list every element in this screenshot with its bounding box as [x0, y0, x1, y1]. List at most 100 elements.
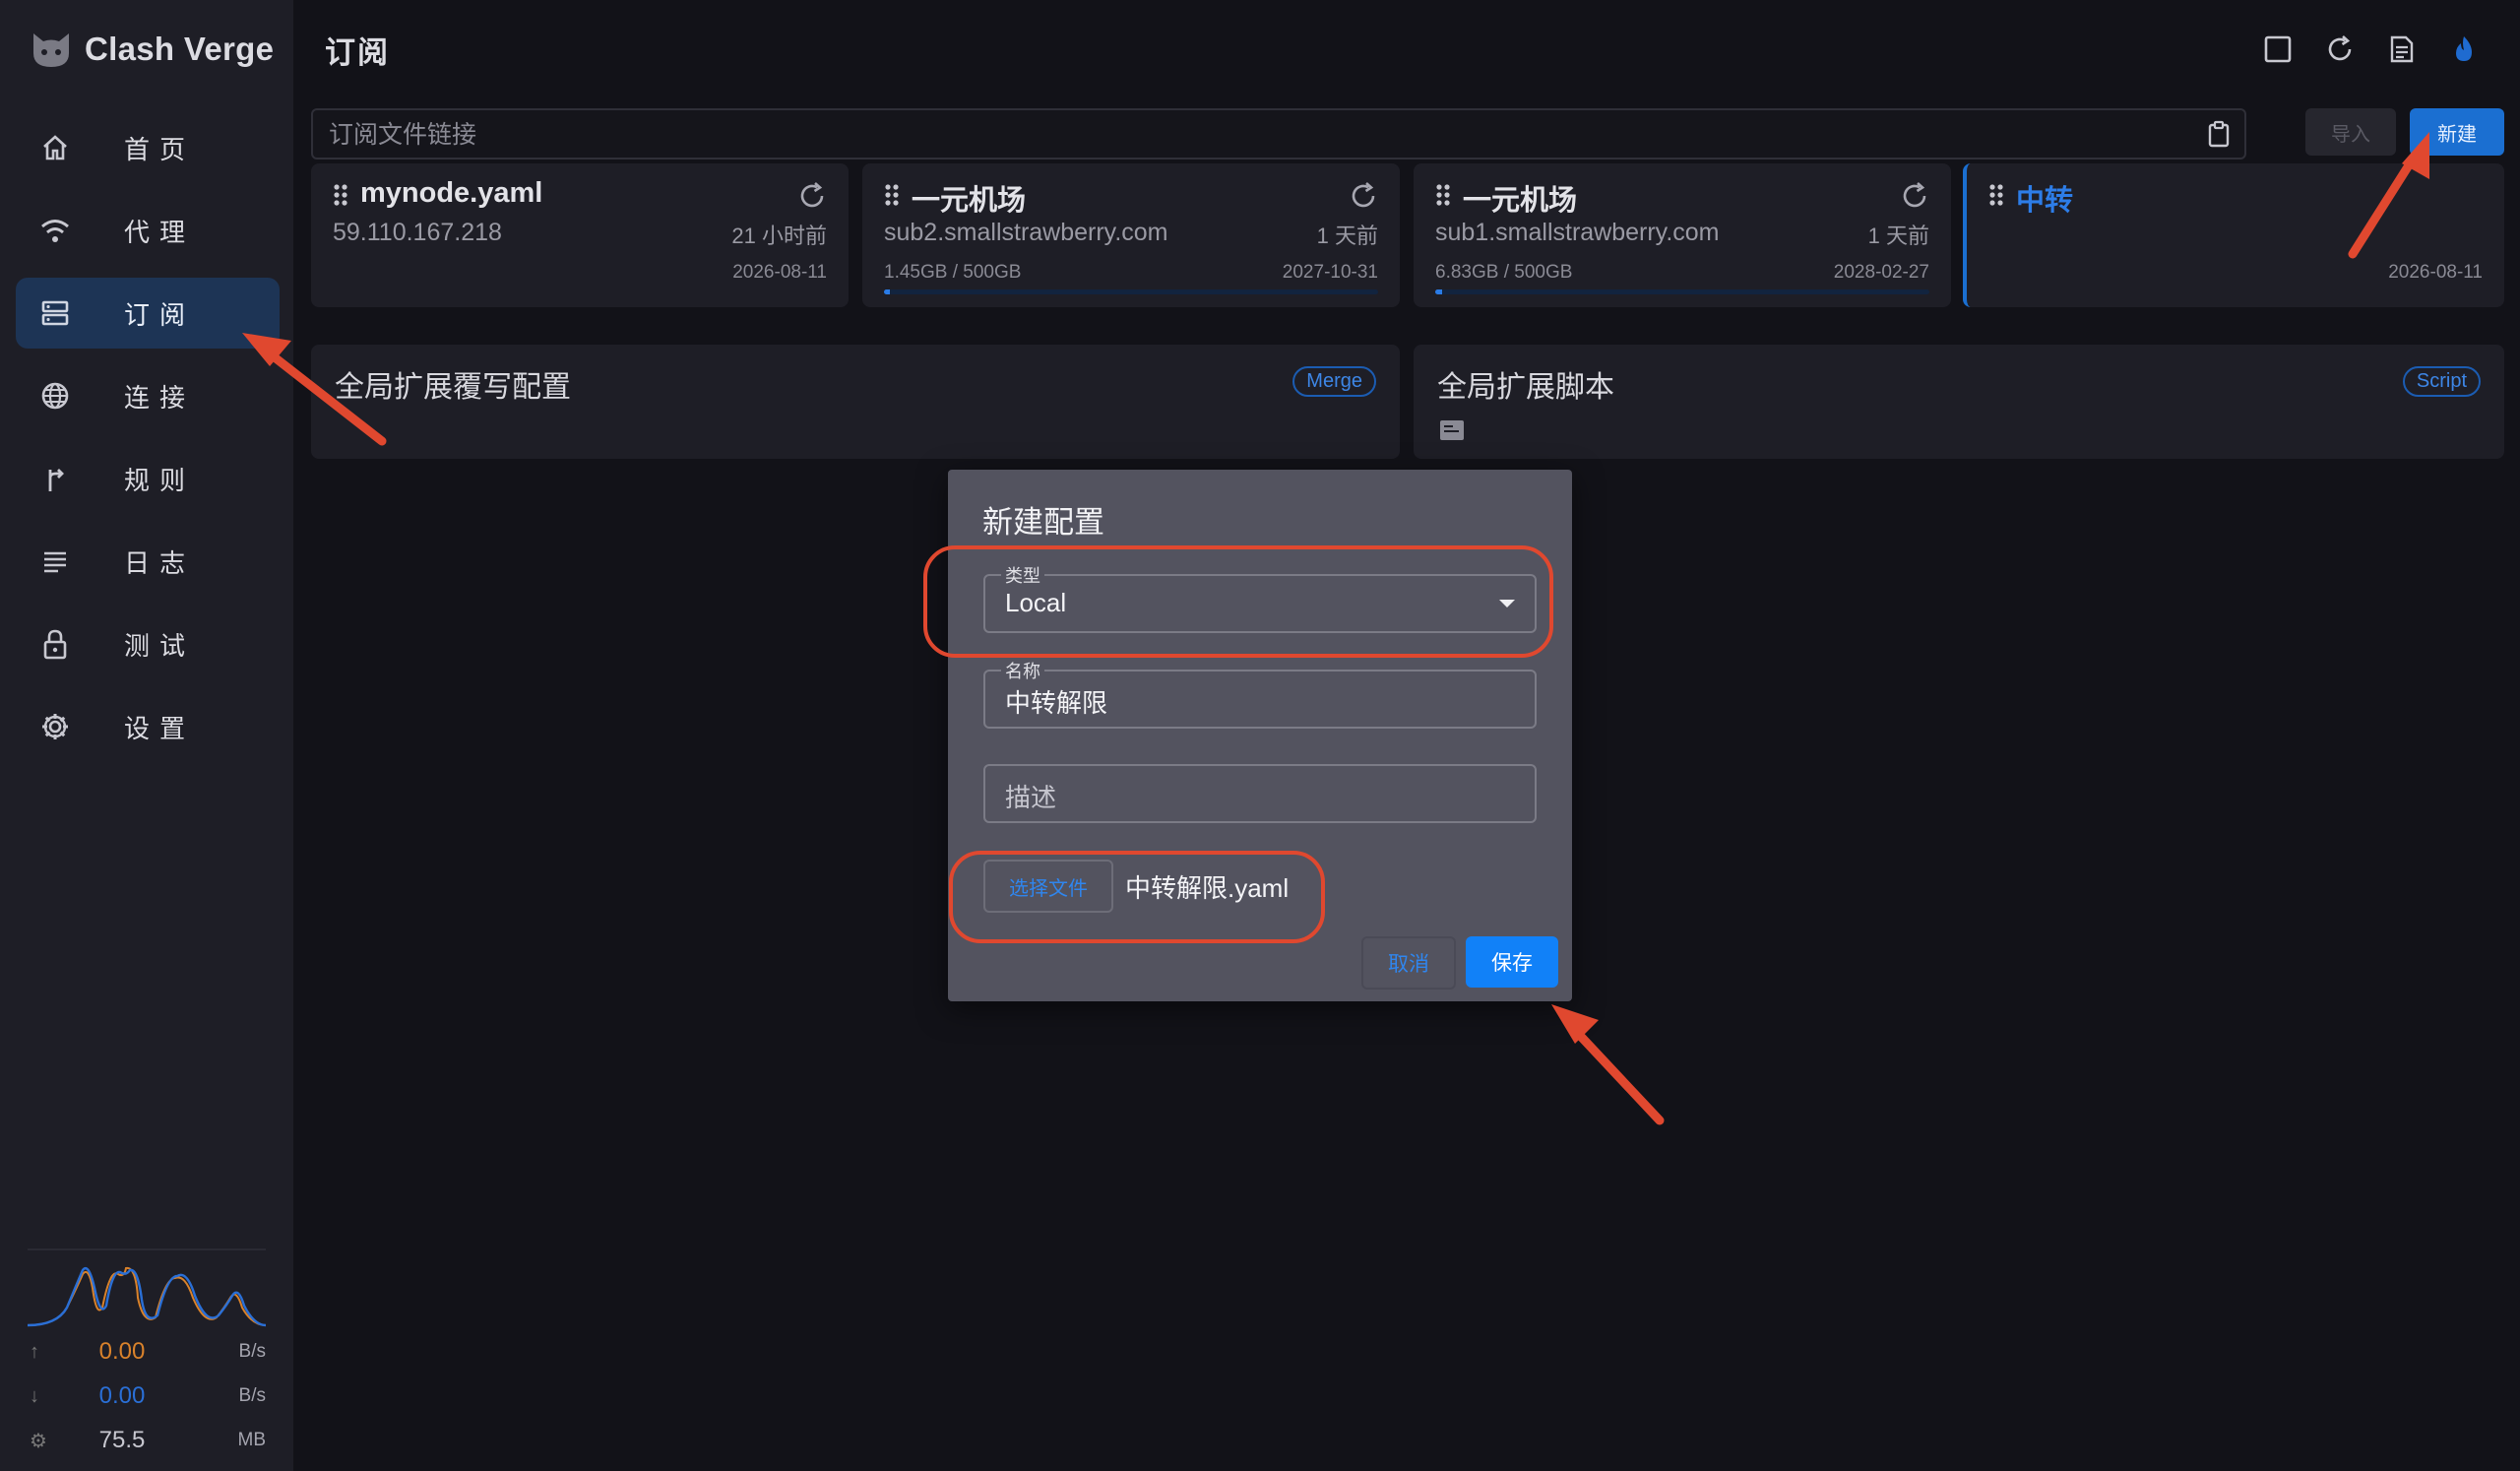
sidebar-item-rules[interactable]: 规则 [16, 443, 280, 514]
name-field[interactable]: 名称 中转解限 [983, 658, 1537, 729]
wifi-icon [35, 211, 75, 250]
new-profile-dialog: 新建配置 类型 Local 名称 中转解限 描述 选择文件 中转解限.yaml … [948, 470, 1572, 1001]
sidebar-item-label: 测试 [124, 630, 196, 661]
log-icon [2390, 35, 2414, 63]
profile-usage: 1.45GB / 500GB [884, 262, 1022, 283]
profile-expire-date: 2027-10-31 [1282, 262, 1378, 283]
chevron-down-icon [1499, 600, 1515, 608]
choose-file-button[interactable]: 选择文件 [983, 860, 1113, 913]
sidebar-item-label: 连接 [124, 382, 196, 413]
home-icon [35, 128, 75, 167]
sidebar-item-label: 规则 [124, 465, 196, 495]
drag-handle-icon[interactable] [1988, 183, 2004, 207]
fullscreen-button[interactable] [2258, 30, 2298, 69]
cancel-button[interactable]: 取消 [1361, 936, 1456, 990]
cat-logo-icon [33, 33, 69, 67]
usage-progress-fill [1435, 289, 1443, 294]
profile-card[interactable]: 一元机场 sub2.smallstrawberry.com 1 天前 1.45G… [862, 163, 1400, 307]
sidebar-item-label: 日志 [124, 547, 196, 578]
name-label: 名称 [1001, 658, 1044, 683]
refresh-icon[interactable] [1349, 181, 1378, 211]
type-label: 类型 [1001, 562, 1044, 588]
fullscreen-icon [2264, 35, 2292, 63]
script-chip: Script [2402, 366, 2481, 397]
name-value: 中转解限 [1005, 688, 1108, 718]
sidebar-item-connections[interactable]: 连接 [16, 360, 280, 431]
download-value: 0.00 [98, 1382, 146, 1409]
memory-value: 75.5 [98, 1427, 146, 1453]
arrow-to-save-button [1551, 1004, 1665, 1125]
profile-card[interactable]: 一元机场 sub1.smallstrawberry.com 1 天前 6.83G… [1414, 163, 1951, 307]
save-button[interactable]: 保存 [1466, 936, 1558, 988]
selected-file-name: 中转解限.yaml [1125, 873, 1290, 903]
usage-progress-fill [884, 289, 891, 294]
sidebar-item-label: 代理 [124, 217, 196, 247]
profile-updated: 1 天前 [1316, 224, 1378, 248]
profile-name: 一元机场 [1463, 185, 1578, 217]
sidebar-item-proxy[interactable]: 代理 [16, 195, 280, 266]
type-select[interactable]: 类型 Local [983, 562, 1537, 633]
sidebar-item-label: 首页 [124, 134, 196, 164]
refresh-button[interactable] [2320, 30, 2360, 69]
refresh-icon[interactable] [1900, 181, 1929, 211]
log-button[interactable] [2382, 30, 2422, 69]
merge-chip: Merge [1292, 366, 1376, 397]
sidebar-item-subscription[interactable]: 订阅 [16, 278, 280, 349]
server-icon [35, 293, 75, 333]
list-icon [35, 542, 75, 581]
profile-card-selected[interactable]: 中转 2026-08-11 [1963, 163, 2504, 307]
upload-unit: B/s [238, 1341, 266, 1362]
file-icon[interactable] [1439, 419, 1465, 441]
profile-expire-date: 2026-08-11 [732, 262, 827, 283]
drag-handle-icon[interactable] [1435, 183, 1451, 207]
clipboard-icon[interactable] [2207, 120, 2231, 148]
lock-icon [35, 624, 75, 664]
sidebar-item-settings[interactable]: 设置 [16, 691, 280, 762]
globe-icon [35, 376, 75, 416]
subscription-url-input[interactable] [327, 110, 2191, 160]
dialog-title: 新建配置 [982, 505, 1104, 540]
new-profile-button[interactable]: 新建 [2410, 108, 2504, 156]
sidebar-item-home[interactable]: 首页 [16, 112, 280, 183]
profile-host: 59.110.167.218 [333, 219, 502, 246]
app-logo: Clash Verge [30, 28, 274, 71]
sidebar-item-test[interactable]: 测试 [16, 608, 280, 679]
usage-progress-bar [1435, 289, 1929, 294]
profile-host: sub2.smallstrawberry.com [884, 219, 1168, 246]
memory-usage: ⚙ 75.5 MB [30, 1426, 266, 1455]
gear-icon [35, 707, 75, 746]
script-title: 全局扩展脚本 [1437, 371, 1614, 404]
drag-handle-icon[interactable] [884, 183, 900, 207]
description-placeholder: 描述 [1005, 783, 1057, 812]
memory-unit: MB [237, 1430, 267, 1450]
sidebar-item-label: 订阅 [124, 299, 196, 330]
profile-updated: 21 小时前 [731, 224, 827, 248]
download-speed: ↓ 0.00 B/s [30, 1381, 266, 1411]
sidebar-item-logs[interactable]: 日志 [16, 526, 280, 597]
sidebar-item-label: 设置 [124, 713, 196, 743]
global-script-card[interactable]: 全局扩展脚本 Script [1414, 345, 2504, 459]
upload-value: 0.00 [98, 1338, 146, 1365]
arrow-up-icon: ↑ [30, 1340, 39, 1363]
refresh-icon [2328, 35, 2352, 61]
description-field[interactable]: 描述 [983, 764, 1537, 823]
refresh-icon[interactable] [797, 181, 827, 211]
usage-progress-bar [884, 289, 1378, 294]
core-button[interactable] [2444, 30, 2484, 69]
profile-name: 一元机场 [912, 185, 1027, 217]
profile-usage: 6.83GB / 500GB [1435, 262, 1573, 283]
profile-card[interactable]: mynode.yaml 59.110.167.218 21 小时前 2026-0… [311, 163, 849, 307]
merge-title: 全局扩展覆写配置 [335, 371, 571, 404]
profile-name: mynode.yaml [360, 177, 543, 209]
fork-icon [35, 459, 75, 498]
type-value: Local [1005, 588, 1067, 617]
arrow-down-icon: ↓ [30, 1384, 39, 1407]
global-merge-card[interactable]: 全局扩展覆写配置 Merge [311, 345, 1400, 459]
profile-host: sub1.smallstrawberry.com [1435, 219, 1720, 246]
import-button[interactable]: 导入 [2305, 108, 2396, 156]
drag-handle-icon[interactable] [333, 183, 348, 207]
memory-icon: ⚙ [30, 1430, 47, 1452]
profile-expire-date: 2026-08-11 [2388, 262, 2483, 283]
profile-name: 中转 [2016, 185, 2074, 217]
profile-updated: 1 天前 [1867, 224, 1929, 248]
